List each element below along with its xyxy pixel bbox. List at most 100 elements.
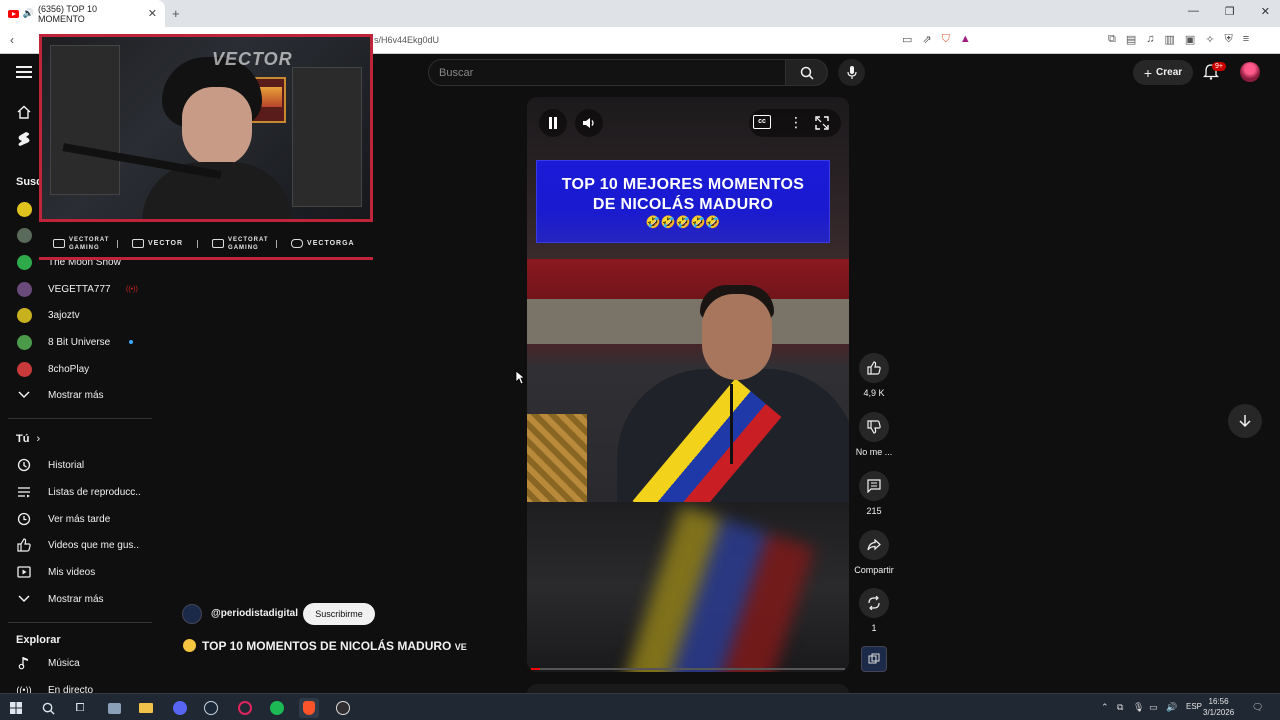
search-button[interactable] bbox=[786, 59, 828, 86]
like-count: 4,9 K bbox=[863, 388, 885, 398]
keyboard-language[interactable]: ESP bbox=[1186, 702, 1202, 711]
minimize-button[interactable]: — bbox=[1188, 5, 1199, 18]
tray-volume-icon[interactable]: 🔊 bbox=[1166, 702, 1177, 713]
share-page-icon[interactable]: ⇗ bbox=[922, 33, 931, 46]
chevron-down-icon bbox=[16, 387, 32, 403]
like-action[interactable]: 4,9 K bbox=[853, 353, 895, 398]
shorts-video-player[interactable]: TOP 10 MEJORES MOMENTOS DE NICOLÁS MADUR… bbox=[527, 97, 849, 672]
brave-rewards-icon[interactable]: ▲ bbox=[960, 33, 971, 46]
fullscreen-icon[interactable] bbox=[815, 116, 829, 130]
volume-button[interactable] bbox=[575, 109, 603, 137]
brave-shield-icon[interactable]: ⛉ bbox=[942, 33, 950, 46]
new-tab-button[interactable]: + bbox=[172, 6, 180, 21]
channel-thumbnail[interactable] bbox=[861, 646, 887, 672]
voice-search-button[interactable] bbox=[838, 59, 865, 86]
account-avatar[interactable] bbox=[1240, 62, 1260, 82]
more-options-icon[interactable]: ⋮ bbox=[789, 114, 803, 131]
sidebar-channel-8-bit-universe[interactable]: 8 Bit Universe bbox=[0, 330, 150, 354]
tray-chevron-up-icon[interactable]: ⌃ bbox=[1101, 702, 1109, 713]
notification-center-icon[interactable]: 🗨 bbox=[1252, 702, 1263, 713]
speaker-icon: 🔊 bbox=[22, 8, 34, 18]
sidebar-item-playlists[interactable]: Listas de reproducc... bbox=[0, 480, 150, 504]
back-button[interactable]: ‹ bbox=[10, 33, 14, 47]
start-button[interactable] bbox=[6, 698, 26, 718]
taskbar-search[interactable] bbox=[38, 698, 58, 718]
channel-name: 8choPlay bbox=[48, 363, 90, 375]
sidebar-icon[interactable]: ▥ bbox=[1165, 33, 1175, 46]
create-button[interactable]: + Crear bbox=[1133, 60, 1193, 85]
chevron-down-icon bbox=[16, 591, 32, 607]
share-button[interactable] bbox=[859, 530, 889, 560]
sidebar-channel-vegetta777[interactable]: VEGETTA777 ((•)) bbox=[0, 277, 150, 301]
captions-icon[interactable]: cc bbox=[753, 115, 771, 129]
background-panel bbox=[527, 299, 849, 344]
dislike-action[interactable]: No me ... bbox=[853, 412, 895, 457]
chevron-right-icon: › bbox=[36, 433, 41, 445]
video-title[interactable]: TOP 10 MOMENTOS DE NICOLÁS MADURO VE bbox=[183, 639, 467, 653]
obs-icon[interactable] bbox=[333, 698, 353, 718]
search-input[interactable]: Buscar bbox=[428, 59, 786, 86]
sidebar-item-music[interactable]: Música bbox=[0, 651, 150, 675]
video-title-card: TOP 10 MEJORES MOMENTOS DE NICOLÁS MADUR… bbox=[536, 160, 830, 243]
tray-network-icon[interactable]: ▭ bbox=[1149, 702, 1158, 713]
next-video-button[interactable] bbox=[1228, 404, 1262, 438]
gold-ornament bbox=[527, 414, 587, 502]
reading-list-icon[interactable]: ▤ bbox=[1126, 33, 1136, 46]
sidebar-channel-8choplay[interactable]: 8choPlay bbox=[0, 357, 150, 381]
sidebar-show-more-subscriptions[interactable]: Mostrar más bbox=[0, 383, 150, 407]
channel-avatar bbox=[16, 307, 32, 323]
media-icon[interactable]: ♫ bbox=[1146, 33, 1154, 46]
opera-gx-icon[interactable] bbox=[235, 698, 255, 718]
wallet-icon[interactable]: ▣ bbox=[1185, 33, 1195, 46]
leo-icon[interactable]: ✧ bbox=[1205, 33, 1214, 46]
remix-action[interactable]: 1 bbox=[853, 588, 895, 633]
video-progress-fill bbox=[531, 668, 541, 670]
brave-browser-icon[interactable] bbox=[299, 698, 319, 718]
sidebar-item-history[interactable]: Historial bbox=[0, 453, 150, 477]
streamer-webcam-overlay: VECTOR bbox=[39, 34, 373, 222]
tray-microphone-icon[interactable]: 🎙 bbox=[1133, 702, 1144, 713]
taskbar-app-icon[interactable] bbox=[104, 698, 124, 718]
share-action[interactable]: Compartir bbox=[853, 530, 895, 575]
new-content-dot bbox=[129, 340, 133, 344]
like-button[interactable] bbox=[859, 353, 889, 383]
discord-icon[interactable] bbox=[170, 698, 190, 718]
channel-avatar[interactable] bbox=[182, 604, 202, 624]
menu-icon[interactable]: ≡ bbox=[1243, 33, 1249, 46]
sidebar-channel-3ajoztv[interactable]: 3ajoztv bbox=[0, 303, 150, 327]
subscribe-button[interactable]: Suscribirme bbox=[303, 603, 375, 625]
toolbar-icons: ⧉ ▤ ♫ ▥ ▣ ✧ ⛨ ≡ bbox=[1108, 33, 1249, 46]
video-progress-bar[interactable] bbox=[531, 668, 845, 670]
remix-button[interactable] bbox=[859, 588, 889, 618]
hamburger-menu-icon[interactable] bbox=[16, 66, 32, 78]
pause-button[interactable] bbox=[539, 109, 567, 137]
comments-action[interactable]: 215 bbox=[853, 471, 895, 516]
close-window-button[interactable]: ✕ bbox=[1261, 5, 1270, 18]
channel-handle[interactable]: @periodistadigital bbox=[211, 608, 298, 619]
url-text[interactable]: s/H6v44Ekg0dU bbox=[374, 35, 439, 45]
steam-icon[interactable] bbox=[201, 698, 221, 718]
tab-close-icon[interactable]: ✕ bbox=[148, 7, 157, 20]
extensions-icon[interactable]: ⧉ bbox=[1108, 33, 1116, 46]
browser-tab[interactable]: 🔊 (6356) TOP 10 MOMENTO ✕ bbox=[0, 0, 165, 27]
sidebar-item-watch-later[interactable]: Ver más tarde bbox=[0, 507, 150, 531]
cast-icon[interactable]: ▭ bbox=[902, 33, 912, 46]
search-icon bbox=[800, 66, 814, 80]
tray-app-icon[interactable]: ⧉ bbox=[1117, 702, 1123, 713]
social-instagram: VECTORGA bbox=[277, 239, 369, 248]
comments-button[interactable] bbox=[859, 471, 889, 501]
dislike-button[interactable] bbox=[859, 412, 889, 442]
taskbar-clock[interactable]: 16:56 3/1/2026 bbox=[1203, 696, 1234, 718]
title-card-line2: DE NICOLÁS MADURO bbox=[592, 195, 774, 213]
sidebar-item-liked-videos[interactable]: Videos que me gus... bbox=[0, 533, 150, 557]
sidebar-item-my-videos[interactable]: Mis videos bbox=[0, 560, 150, 584]
you-heading[interactable]: Tú › bbox=[16, 433, 40, 445]
file-explorer-icon[interactable] bbox=[136, 698, 156, 718]
windows-logo-icon bbox=[10, 702, 22, 714]
maximize-button[interactable]: ❐ bbox=[1225, 5, 1235, 18]
task-view-icon[interactable]: ⧠ bbox=[70, 698, 90, 718]
sidebar-show-more-you[interactable]: Mostrar más bbox=[0, 587, 150, 611]
thumbs-down-icon bbox=[867, 420, 881, 434]
vpn-icon[interactable]: ⛨ bbox=[1225, 33, 1233, 46]
spotify-icon[interactable] bbox=[267, 698, 287, 718]
